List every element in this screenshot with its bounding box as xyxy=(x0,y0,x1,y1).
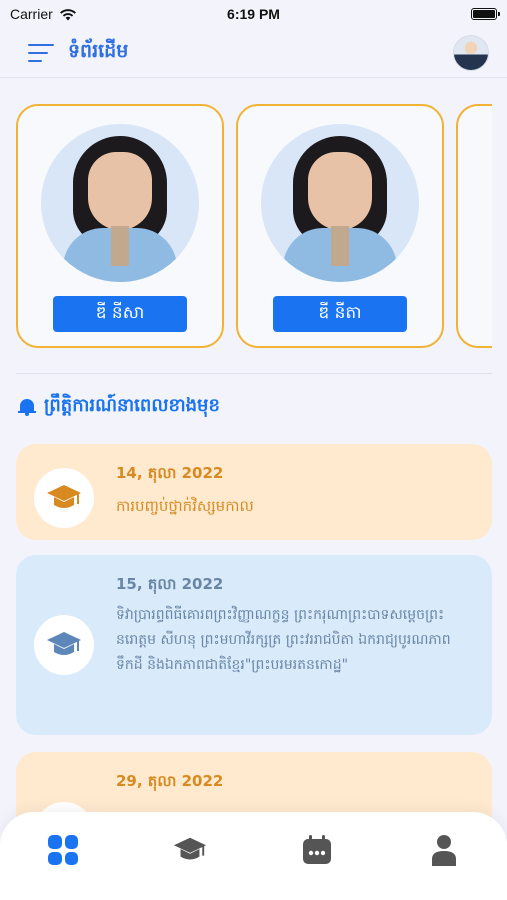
event-date: 29, តុលា 2022 xyxy=(116,772,224,790)
student-card[interactable]: ឌី នីសា xyxy=(16,104,224,348)
bell-icon xyxy=(18,397,36,417)
event-date: 15, តុលា 2022 xyxy=(116,575,224,593)
battery-icon xyxy=(471,8,500,20)
events-section-header: ព្រឹត្តិការណ៍នាពេលខាងមុខ xyxy=(18,393,220,420)
calendar-icon xyxy=(302,835,331,864)
student-photo xyxy=(41,124,199,282)
student-name-button[interactable]: ឌី នីតា xyxy=(273,296,407,332)
events-section-title: ព្រឹត្តិការណ៍នាពេលខាងមុខ xyxy=(44,395,220,416)
graduation-cap-icon xyxy=(34,468,94,528)
student-card-partial[interactable] xyxy=(456,104,492,348)
nav-calendar[interactable] xyxy=(287,830,347,870)
avatar[interactable] xyxy=(453,34,489,71)
student-name-button[interactable]: ឌី នីសា xyxy=(53,296,187,332)
event-card[interactable]: 14, តុលា 2022 ការបញ្ចប់ថ្នាក់វិស្សមកាល xyxy=(16,444,492,540)
carrier-label: Carrier xyxy=(10,6,53,22)
student-card[interactable]: ឌី នីតា xyxy=(236,104,444,348)
wifi-icon xyxy=(59,8,76,20)
event-card[interactable]: 15, តុលា 2022 ទិវាប្រារព្ធពិធីគោរពព្រះវិ… xyxy=(16,555,492,735)
menu-icon[interactable] xyxy=(28,43,54,62)
bottom-nav xyxy=(0,812,507,900)
graduation-cap-icon xyxy=(34,615,94,675)
app-header: ទំព័រដើម xyxy=(0,28,507,78)
student-photo xyxy=(261,124,419,282)
event-text: ការបញ្ចប់ថ្នាក់វិស្សមកាល xyxy=(116,497,254,515)
nav-profile[interactable] xyxy=(414,830,474,870)
person-icon xyxy=(431,835,456,866)
divider xyxy=(16,373,492,374)
page-title: ទំព័រដើម xyxy=(68,39,129,62)
event-date: 14, តុលា 2022 xyxy=(116,464,224,482)
student-carousel[interactable]: ឌី នីសា ឌី នីតា xyxy=(16,104,492,350)
nav-home[interactable] xyxy=(33,830,93,870)
status-bar: Carrier 6:19 PM xyxy=(0,0,507,28)
nav-education[interactable] xyxy=(160,830,220,870)
status-left: Carrier xyxy=(10,6,77,22)
graduation-cap-icon xyxy=(174,837,207,860)
home-icon xyxy=(48,835,79,865)
event-text: ទិវាប្រារព្ធពិធីគោរពព្រះវិញ្ញាណក្ខន្ធ ព្… xyxy=(116,607,451,673)
